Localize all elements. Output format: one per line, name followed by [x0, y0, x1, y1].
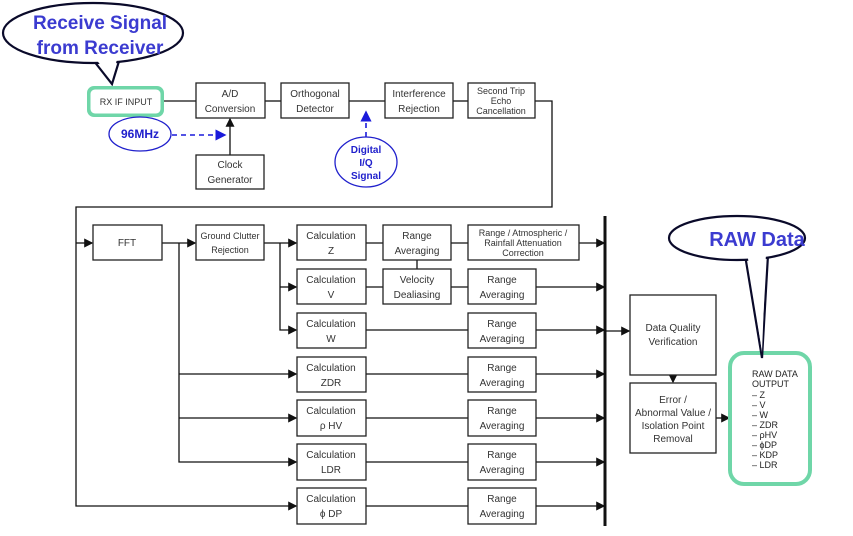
label: – ρHV: [752, 430, 777, 440]
label: Calculation: [306, 231, 355, 242]
label: Calculation: [306, 494, 355, 505]
label: Rainfall Attenuation: [484, 238, 562, 248]
label: Rejection: [398, 104, 440, 115]
calc-w: Calculation W: [296, 312, 367, 349]
label: Interference: [392, 89, 446, 100]
calc-z: Calculation Z: [296, 224, 367, 261]
label: Digital: [351, 145, 382, 156]
label: – KDP: [752, 450, 778, 460]
second-trip-echo-block: Second TripEchoCancellation: [467, 82, 536, 119]
label: Abnormal Value /: [635, 408, 711, 419]
label: Averaging: [480, 465, 525, 476]
label: Removal: [653, 434, 692, 445]
label: Averaging: [395, 246, 440, 257]
label: LDR: [321, 465, 341, 476]
label: ρ HV: [320, 421, 343, 432]
radar-signal-processing-diagram: Receive Signal from Receiver RX IF INPUT…: [1, 1, 812, 526]
label: Error /: [659, 395, 687, 406]
label: Averaging: [480, 509, 525, 520]
label: Range: [487, 450, 517, 461]
calc-v: Calculation V: [296, 268, 367, 305]
label: – V: [752, 400, 766, 410]
label: Range: [487, 406, 517, 417]
label: Dealiasing: [394, 290, 441, 301]
label: Second Trip: [477, 86, 525, 96]
label: 96MHz: [121, 127, 159, 141]
clock-generator-block: Clock Generator: [195, 154, 265, 190]
label: – LDR: [752, 460, 778, 470]
label: Velocity: [400, 275, 434, 286]
label: Averaging: [480, 421, 525, 432]
label: Range: [487, 275, 517, 286]
label: FFT: [118, 238, 136, 249]
label: Correction: [502, 248, 544, 258]
label: ZDR: [321, 378, 342, 389]
label: ϕ DP: [320, 509, 343, 520]
fft-block: FFT: [92, 224, 163, 261]
calc-blocks: Calculation Z Calculation V Calculation W C…: [296, 224, 367, 525]
range-averaging-blocks: Range Averaging Range Averaging Range Avera…: [467, 268, 537, 525]
label: W: [326, 334, 336, 345]
label: V: [328, 290, 335, 301]
label: Generator: [207, 175, 253, 186]
frequency-label: 96MHz: [108, 116, 172, 152]
label: Calculation: [306, 450, 355, 461]
attenuation-correction: Range / Atmospheric /Rainfall Attenuatio…: [467, 224, 580, 261]
digital-iq-label: Digital I/Q Signal: [334, 136, 398, 188]
label: Calculation: [306, 406, 355, 417]
label: Calculation: [306, 319, 355, 330]
label: Verification: [649, 337, 698, 348]
label: Isolation Point: [642, 421, 705, 432]
label: – ϕDP: [752, 440, 777, 450]
label: Range: [487, 494, 517, 505]
label: Echo: [491, 96, 512, 106]
velocity-dealiasing: Velocity Dealiasing: [382, 268, 452, 305]
label: Calculation: [306, 275, 355, 286]
label: RX IF INPUT: [100, 97, 153, 107]
ad-conversion-block: A/D Conversion: [195, 82, 266, 119]
label: – W: [752, 410, 769, 420]
range-averaging-z: Range Averaging: [382, 224, 452, 261]
label: Range: [487, 319, 517, 330]
label: Range / Atmospheric /: [479, 228, 568, 238]
label: I/Q: [359, 158, 373, 169]
label: Signal: [351, 171, 381, 182]
orthogonal-detector-block: Orthogonal Detector: [280, 82, 350, 119]
label: Rejection: [211, 245, 249, 255]
rx-if-input: RX IF INPUT: [87, 86, 164, 117]
label: OUTPUT: [752, 379, 790, 389]
label: RAW DATA: [752, 369, 798, 379]
raw-data-output: RAW DATA OUTPUT – Z – V – W – ZDR – ρHV …: [728, 351, 812, 486]
label: Receive Signal: [33, 13, 167, 34]
label: Detector: [296, 104, 334, 115]
label: Calculation: [306, 363, 355, 374]
label: Z: [328, 246, 334, 257]
label: Orthogonal: [290, 89, 339, 100]
label: Averaging: [480, 334, 525, 345]
label: Ground Clutter: [200, 231, 259, 241]
label: Conversion: [205, 104, 256, 115]
calc-phidp: Calculation ϕ DP: [296, 487, 367, 525]
label: Averaging: [480, 290, 525, 301]
label: Clock: [217, 160, 243, 171]
label: Range: [487, 363, 517, 374]
label: from Receiver: [37, 38, 164, 59]
interference-rejection-block: Interference Rejection: [384, 82, 454, 119]
label: A/D: [222, 89, 239, 100]
label: RAW Data: [709, 229, 805, 251]
label: – Z: [752, 390, 766, 400]
label: – ZDR: [752, 420, 779, 430]
calc-ldr: Calculation LDR: [296, 443, 367, 481]
callout-receive-signal: Receive Signal from Receiver: [1, 1, 185, 87]
data-quality-block: Data Quality Verification: [629, 294, 717, 376]
label: Averaging: [480, 378, 525, 389]
label: Cancellation: [476, 106, 526, 116]
calc-rhohv: Calculation ρ HV: [296, 399, 367, 437]
calc-zdr: Calculation ZDR: [296, 356, 367, 393]
error-removal-block: Error / Abnormal Value / Isolation Point Re…: [629, 382, 717, 454]
label: Data Quality: [645, 323, 700, 334]
ground-clutter-block: Ground Clutter Rejection: [195, 224, 265, 261]
label: Range: [402, 231, 432, 242]
